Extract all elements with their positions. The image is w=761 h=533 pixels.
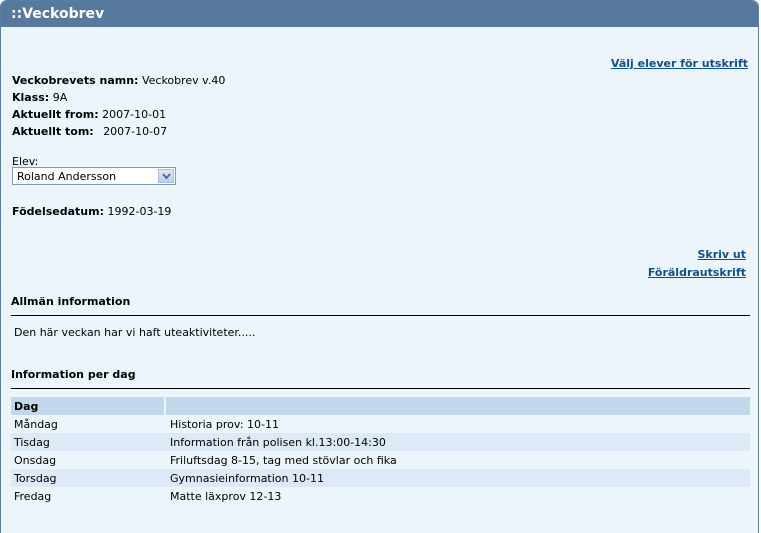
letter-name-value: Veckobrev v.40 (141, 74, 226, 87)
letter-name-label: Veckobrevets namn: (12, 74, 139, 87)
print-link[interactable]: Skriv ut (697, 248, 746, 261)
table-row: Fredag Matte läxprov 12-13 (11, 487, 750, 505)
day-cell: Tisdag (11, 433, 165, 451)
info-cell: Matte läxprov 12-13 (170, 489, 282, 503)
to-label: Aktuellt tom: (12, 125, 94, 138)
class-row: Klass: 9A (12, 91, 67, 104)
per-day-divider (11, 388, 750, 389)
from-label: Aktuellt from: (12, 108, 99, 121)
from-value: 2007-10-01 (102, 108, 167, 121)
table-row: Måndag Historia prov: 10-11 (11, 415, 750, 433)
table-header-row: Dag (11, 397, 750, 415)
veckobrev-panel: ::Veckobrev Välj elever för utskrift Vec… (0, 0, 759, 533)
info-cell: Historia prov: 10-11 (170, 417, 279, 431)
info-cell: Information från polisen kl.13:00-14:30 (165, 433, 750, 451)
table-row: Torsdag Gymnasieinformation 10-11 (11, 469, 750, 487)
day-cell: Torsdag (11, 469, 165, 487)
class-label: Klass: (12, 91, 50, 104)
day-cell: Måndag (14, 417, 58, 431)
select-students-link[interactable]: Välj elever för utskrift (611, 57, 748, 70)
parent-print-link[interactable]: Föräldrautskrift (648, 266, 746, 279)
table-row: Onsdag Friluftsdag 8-15, tag med stövlar… (11, 451, 750, 469)
general-info-text: Den här veckan har vi haft uteaktivitete… (14, 326, 256, 339)
to-row: Aktuellt tom: 2007-10-07 (12, 125, 167, 138)
chevron-down-icon[interactable] (158, 169, 174, 183)
column-header-day: Dag (11, 397, 165, 415)
to-value: 2007-10-07 (103, 125, 168, 138)
general-info-heading: Allmän information (11, 295, 131, 308)
info-cell: Friluftsdag 8-15, tag med stövlar och fi… (170, 453, 397, 467)
panel-content: Välj elever för utskrift Veckobrevets na… (1, 27, 758, 533)
per-day-heading: Information per dag (11, 368, 136, 381)
class-value: 9A (52, 91, 68, 104)
birthdate-value: 1992-03-19 (107, 205, 172, 218)
general-info-divider (11, 315, 750, 316)
letter-name-row: Veckobrevets namn: Veckobrev v.40 (12, 74, 225, 87)
day-cell: Onsdag (14, 453, 57, 467)
panel-title: ::Veckobrev (1, 1, 758, 27)
birthdate-row: Födelsedatum: 1992-03-19 (12, 205, 171, 218)
student-select-value: Roland Andersson (17, 170, 117, 183)
student-select[interactable]: Roland Andersson (12, 167, 176, 185)
birthdate-label: Födelsedatum: (12, 205, 104, 218)
table-row: Tisdag Information från polisen kl.13:00… (11, 433, 750, 451)
day-cell: Fredag (14, 489, 52, 503)
per-day-table: Dag Måndag Historia prov: 10-11 Tisdag I… (11, 397, 750, 505)
from-row: Aktuellt from: 2007-10-01 (12, 108, 166, 121)
column-header-info (164, 397, 750, 415)
info-cell: Gymnasieinformation 10-11 (165, 469, 750, 487)
